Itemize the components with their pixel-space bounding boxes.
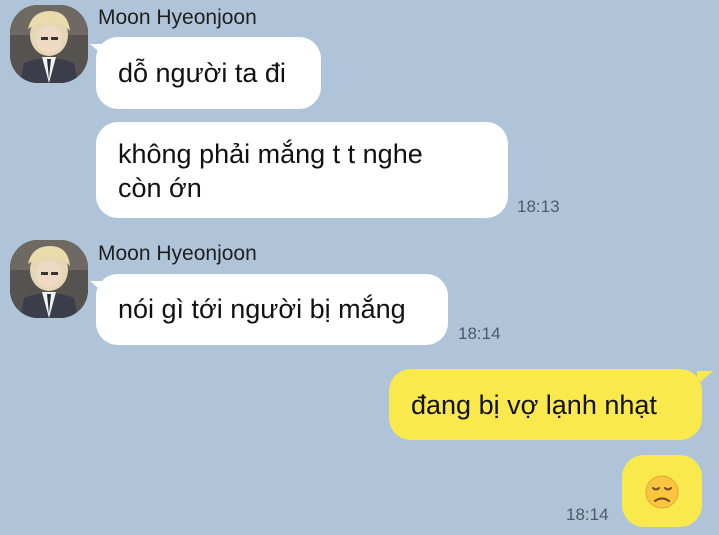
disappointed-face-icon <box>645 475 679 509</box>
message-timestamp: 18:14 <box>566 505 609 524</box>
sender-avatar[interactable] <box>10 240 88 318</box>
message-bubble[interactable]: đang bị vợ lạnh nhạt <box>389 369 702 440</box>
message-bubble[interactable]: nói gì tới người bị mắng <box>96 274 448 345</box>
message-timestamp: 18:14 <box>458 324 501 343</box>
sender-name: Moon Hyeonjoon <box>98 6 257 29</box>
message-bubble[interactable]: không phải mắng t t nghe còn ớn <box>96 122 508 218</box>
avatar-photo-icon <box>10 5 88 83</box>
message-text: không phải mắng t t nghe <box>118 139 423 169</box>
chat-window: Moon Hyeonjoon dỗ người ta đi không phải… <box>0 0 719 532</box>
avatar-photo-icon <box>10 240 88 318</box>
sender-name: Moon Hyeonjoon <box>98 242 257 265</box>
message-text: còn ớn <box>118 173 202 203</box>
message-text: dỗ người ta đi <box>118 58 286 88</box>
message-text: đang bị vợ lạnh nhạt <box>411 390 657 420</box>
message-bubble[interactable]: dỗ người ta đi <box>96 37 321 109</box>
message-timestamp: 18:13 <box>517 197 560 216</box>
sender-avatar[interactable] <box>10 5 88 83</box>
message-bubble[interactable] <box>622 455 702 527</box>
bubble-tail <box>697 371 713 385</box>
message-text: nói gì tới người bị mắng <box>118 294 406 324</box>
